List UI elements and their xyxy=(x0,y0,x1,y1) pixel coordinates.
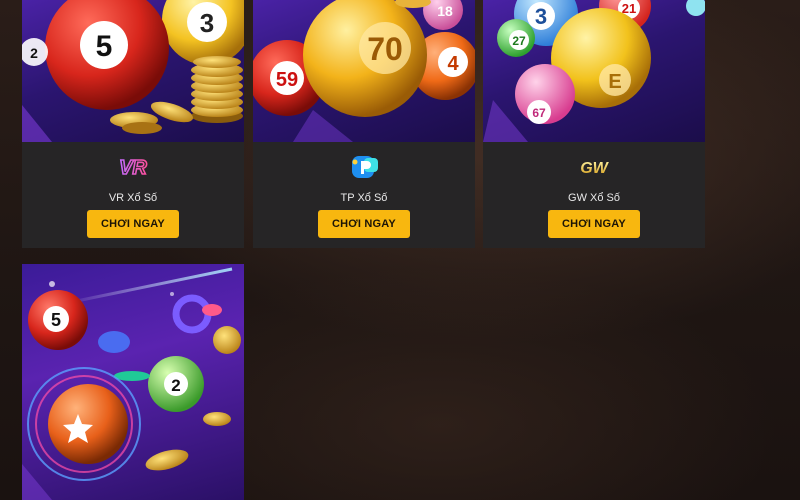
tp-logo-icon xyxy=(344,154,384,180)
game-card-gw[interactable]: 21 3 27 E 67 GW GW Xổ Số CHƠI NGAY xyxy=(483,0,705,248)
play-now-button[interactable]: CHƠI NGAY xyxy=(548,210,640,238)
game-card-tp[interactable]: 18 59 4 70 TP Xổ Số CHƠI NGAY xyxy=(253,0,475,248)
gw-logo-icon: GW xyxy=(574,154,614,180)
ball-label: 27 xyxy=(512,34,526,48)
svg-text:VR: VR xyxy=(119,157,147,179)
ball-label: E xyxy=(608,71,621,93)
game-card-vr[interactable]: 3 5 2 VR VR Xổ Số CHƠI NGAY xyxy=(22,0,244,248)
card-thumbnail-gw[interactable]: 21 3 27 E 67 xyxy=(483,0,705,142)
svg-text:GW: GW xyxy=(580,160,609,177)
play-now-button[interactable]: CHƠI NGAY xyxy=(87,210,179,238)
ball-label: 5 xyxy=(51,310,61,330)
ball-label: 18 xyxy=(437,3,453,19)
lottery-balls-image: 21 3 27 E 67 xyxy=(483,0,705,142)
card-thumbnail-vr[interactable]: 3 5 2 xyxy=(22,0,244,142)
ball-label: 59 xyxy=(276,69,298,91)
card-title: VR Xổ Số xyxy=(108,192,158,204)
card-title: TP Xổ Số xyxy=(340,192,388,204)
ball-label: 3 xyxy=(535,4,547,29)
card-footer: TP Xổ Số CHƠI NGAY xyxy=(253,142,475,248)
ball-label: 2 xyxy=(171,376,180,395)
card-footer: GW GW Xổ Số CHƠI NGAY xyxy=(483,142,705,248)
card-footer: VR VR Xổ Số CHƠI NGAY xyxy=(22,142,244,248)
ball-label: 67 xyxy=(532,106,546,120)
vr-logo-icon: VR xyxy=(113,154,153,180)
coin-stack-icon xyxy=(191,56,243,123)
ball-label: 3 xyxy=(200,8,214,38)
lottery-balls-image: 5 2 xyxy=(22,267,241,500)
card-thumbnail-tp[interactable]: 18 59 4 70 xyxy=(253,0,475,142)
card-title: GW Xổ Số xyxy=(568,192,620,204)
ball-label: 5 xyxy=(96,30,113,63)
lottery-balls-image: 3 5 2 xyxy=(22,0,244,142)
ball-label: 4 xyxy=(447,53,459,75)
ball-label: 2 xyxy=(30,45,38,61)
play-now-button[interactable]: CHƠI NGAY xyxy=(318,210,410,238)
card-thumbnail-4[interactable]: 5 2 xyxy=(22,264,244,500)
lottery-balls-image: 18 59 4 70 xyxy=(253,0,475,142)
ball-label: 70 xyxy=(367,31,403,67)
game-card-4[interactable]: 5 2 xyxy=(22,264,244,500)
